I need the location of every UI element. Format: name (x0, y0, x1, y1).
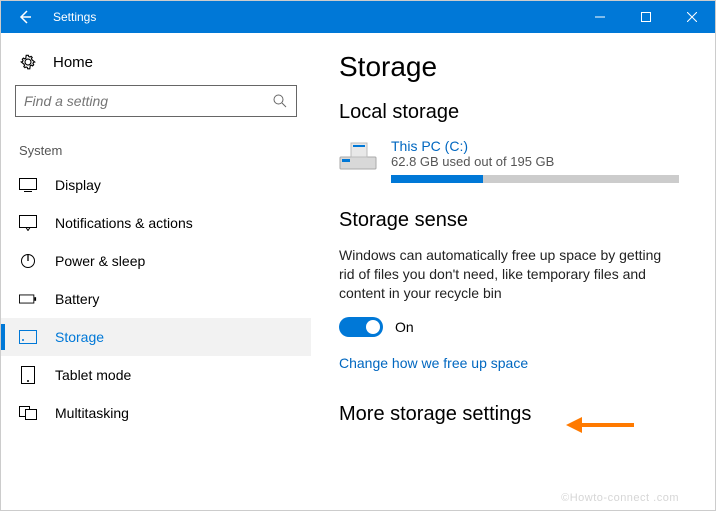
sidebar-item-tablet[interactable]: Tablet mode (1, 356, 311, 394)
sidebar-item-display[interactable]: Display (1, 166, 311, 204)
sidebar-item-label: Power & sleep (55, 253, 145, 269)
storage-sense-heading: Storage sense (339, 209, 705, 232)
sidebar-item-storage[interactable]: Storage (1, 318, 311, 356)
search-input[interactable] (24, 93, 272, 109)
notifications-icon (19, 214, 37, 232)
sidebar-item-label: Tablet mode (55, 367, 131, 383)
sidebar-item-label: Multitasking (55, 405, 129, 421)
section-header-system: System (1, 135, 311, 166)
toggle-knob (366, 320, 380, 334)
close-icon (687, 12, 697, 22)
search-icon (272, 93, 288, 109)
home-button[interactable]: Home (1, 45, 311, 85)
drive-usage-text: 62.8 GB used out of 195 GB (391, 154, 705, 169)
back-button[interactable] (1, 1, 49, 33)
storage-sense-description: Windows can automatically free up space … (339, 246, 669, 303)
power-icon (19, 252, 37, 270)
sidebar-item-label: Notifications & actions (55, 215, 193, 231)
sidebar-item-multitasking[interactable]: Multitasking (1, 394, 311, 432)
sidebar-item-power[interactable]: Power & sleep (1, 242, 311, 280)
window-title: Settings (49, 10, 96, 24)
titlebar: Settings (1, 1, 715, 33)
drive-row[interactable]: This PC (C:) 62.8 GB used out of 195 GB (339, 138, 705, 183)
drive-progress-fill (391, 175, 483, 183)
sidebar-item-label: Display (55, 177, 101, 193)
minimize-button[interactable] (577, 1, 623, 33)
arrow-left-icon (17, 9, 33, 25)
change-free-up-space-link[interactable]: Change how we free up space (339, 355, 528, 371)
maximize-icon (641, 12, 651, 22)
storage-sense-toggle[interactable] (339, 317, 383, 337)
minimize-icon (595, 12, 605, 22)
sidebar-item-notifications[interactable]: Notifications & actions (1, 204, 311, 242)
page-title: Storage (339, 51, 705, 83)
watermark: ©Howto-connect .com (561, 492, 679, 504)
search-input-wrapper[interactable] (15, 85, 297, 117)
more-storage-heading: More storage settings (339, 403, 705, 426)
drive-icon (339, 141, 377, 171)
sidebar-item-battery[interactable]: Battery (1, 280, 311, 318)
drive-progress (391, 175, 679, 183)
sidebar-item-label: Storage (55, 329, 104, 345)
storage-icon (19, 328, 37, 346)
multitasking-icon (19, 404, 37, 422)
main-pane: Storage Local storage This PC (C:) 62.8 … (311, 33, 715, 510)
home-label: Home (53, 54, 93, 71)
local-storage-heading: Local storage (339, 101, 705, 124)
tablet-icon (19, 366, 37, 384)
toggle-label: On (395, 319, 414, 335)
battery-icon (19, 290, 37, 308)
close-button[interactable] (669, 1, 715, 33)
maximize-button[interactable] (623, 1, 669, 33)
gear-icon (19, 53, 37, 71)
drive-name: This PC (C:) (391, 138, 705, 154)
sidebar: Home System Display Notifications & acti… (1, 33, 311, 510)
display-icon (19, 176, 37, 194)
sidebar-item-label: Battery (55, 291, 99, 307)
